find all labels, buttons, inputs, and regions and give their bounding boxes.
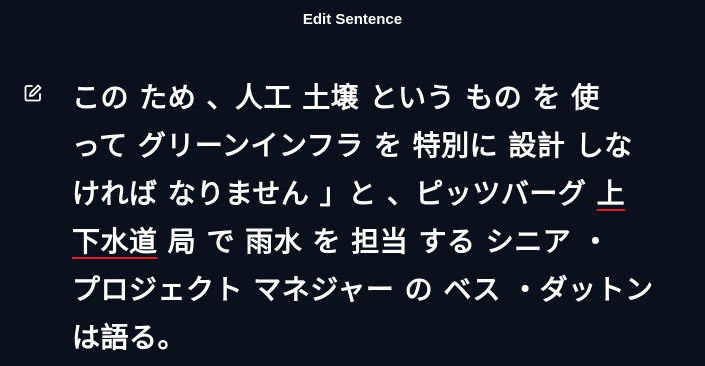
sentence-text[interactable]: この ため 、人工 土壌 という もの を 使 って グリーンインフラ を 特別… (72, 74, 672, 362)
sentence-segment: この ため 、人工 土壌 という もの を 使 (72, 81, 600, 114)
sentence-segment: は語る。 (72, 321, 187, 354)
flagged-word-part-1[interactable]: 上 (597, 177, 626, 210)
pencil-edit-icon[interactable] (23, 83, 43, 103)
sentence-line: ければ なりません 」と 、ピッツバーグ 上 (72, 170, 672, 218)
sentence-line: プロジェクト マネジャー の ベス ・ダットン (72, 266, 672, 314)
flagged-word-part-2[interactable]: 下水道 (72, 225, 158, 258)
sentence-segment: 局 で 雨水 を 担当 する シニア ・ (157, 225, 611, 258)
sentence-line: は語る。 (72, 314, 672, 362)
sentence-segment: ければ なりません 」と 、ピッツバーグ (72, 177, 597, 210)
panel-title: Edit Sentence (302, 11, 403, 28)
sentence-segment: プロジェクト マネジャー の ベス ・ダットン (72, 273, 654, 306)
sentence-line: って グリーンインフラ を 特別に 設計 しな (72, 122, 672, 170)
edit-sentence-panel: Edit Sentence この ため 、人工 土壌 という もの を 使 って… (0, 0, 705, 366)
sentence-line: 下水道 局 で 雨水 を 担当 する シニア ・ (72, 218, 672, 266)
sentence-segment: って グリーンインフラ を 特別に 設計 しな (72, 129, 633, 162)
sentence-line: この ため 、人工 土壌 という もの を 使 (72, 74, 672, 122)
